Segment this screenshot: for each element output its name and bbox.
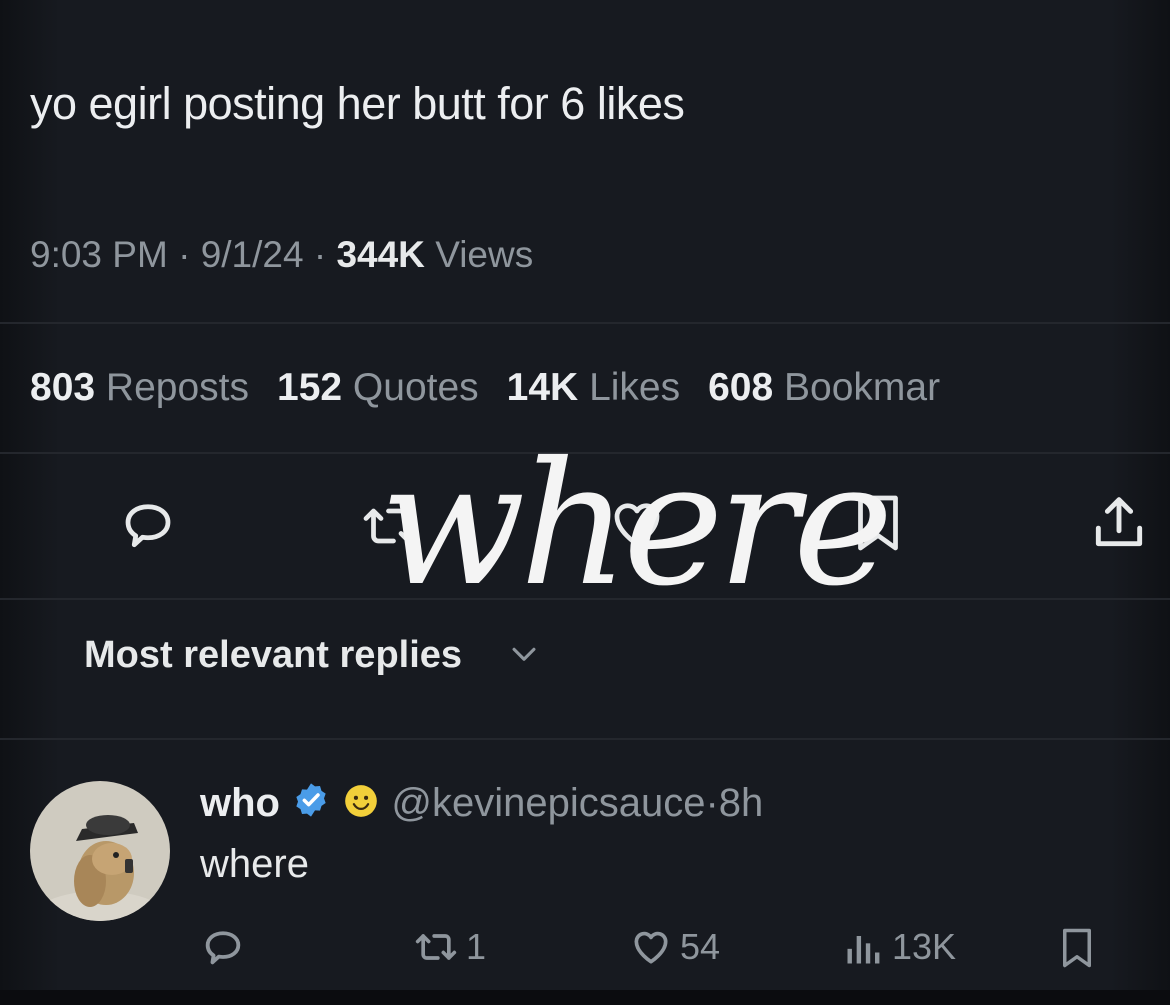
reply-button[interactable] [118, 496, 178, 556]
reply-repost-count: 1 [466, 926, 487, 967]
share-icon [1095, 497, 1143, 547]
share-button[interactable] [1088, 492, 1150, 554]
bookmark-icon [1063, 928, 1091, 968]
bottom-edge [0, 990, 1170, 1005]
comment-icon [205, 931, 241, 965]
verified-badge-icon [296, 783, 326, 817]
stat-likes[interactable]: 14K Likes [507, 366, 680, 409]
views-count: 344K [336, 234, 425, 275]
heart-icon [634, 931, 668, 964]
reply-age[interactable]: 8h [719, 781, 764, 825]
meta-separator: · [178, 234, 191, 275]
reply-like-button[interactable]: 54 [628, 925, 720, 969]
smiley-emoji-icon [345, 785, 378, 817]
replies-sort-toggle[interactable]: Most relevant replies [84, 634, 541, 677]
comment-icon [125, 504, 171, 548]
post-date[interactable]: 9/1/24 [201, 234, 304, 275]
reply-bookmark-button[interactable] [1056, 925, 1104, 971]
reply-handle[interactable]: @kevinepicsauce [391, 781, 705, 825]
reply-display-name[interactable]: who [200, 781, 280, 825]
stat-reposts[interactable]: 803 Reposts [30, 366, 249, 409]
post-meta: 9:03 PM · 9/1/24 · 344K Views [30, 234, 533, 276]
reply-like-count: 54 [680, 926, 721, 967]
repost-icon [415, 934, 457, 960]
avatar[interactable] [30, 781, 170, 921]
stat-quotes[interactable]: 152 Quotes [277, 366, 479, 409]
views-label: Views [435, 234, 534, 275]
engagement-stats: 803 Reposts 152 Quotes 14K Likes 608 Bookma… [30, 366, 968, 410]
reply-view-count: 13K [892, 926, 957, 967]
reply-reply-button[interactable] [200, 925, 252, 971]
divider [0, 738, 1170, 740]
reply-separator: · [705, 781, 719, 825]
reply-repost-button[interactable]: 1 [412, 925, 486, 969]
post-detail-view: yo egirl posting her butt for 6 likes 9:… [0, 0, 1170, 1005]
post-time[interactable]: 9:03 PM [30, 234, 168, 275]
reply-views-button[interactable]: 13K [842, 925, 956, 969]
replies-sort-label: Most relevant replies [84, 634, 463, 676]
post-text: yo egirl posting her butt for 6 likes [30, 78, 685, 129]
reply-text: where [200, 842, 309, 886]
meta-separator: · [313, 234, 327, 275]
overlay-caption: where [380, 426, 893, 624]
bar-chart-icon [847, 936, 880, 964]
stat-bookmarks[interactable]: 608 Bookmar [708, 366, 940, 409]
reply-header: who @kevinepicsauce·8h [200, 780, 763, 826]
chevron-down-icon [512, 647, 536, 661]
divider [0, 322, 1170, 324]
